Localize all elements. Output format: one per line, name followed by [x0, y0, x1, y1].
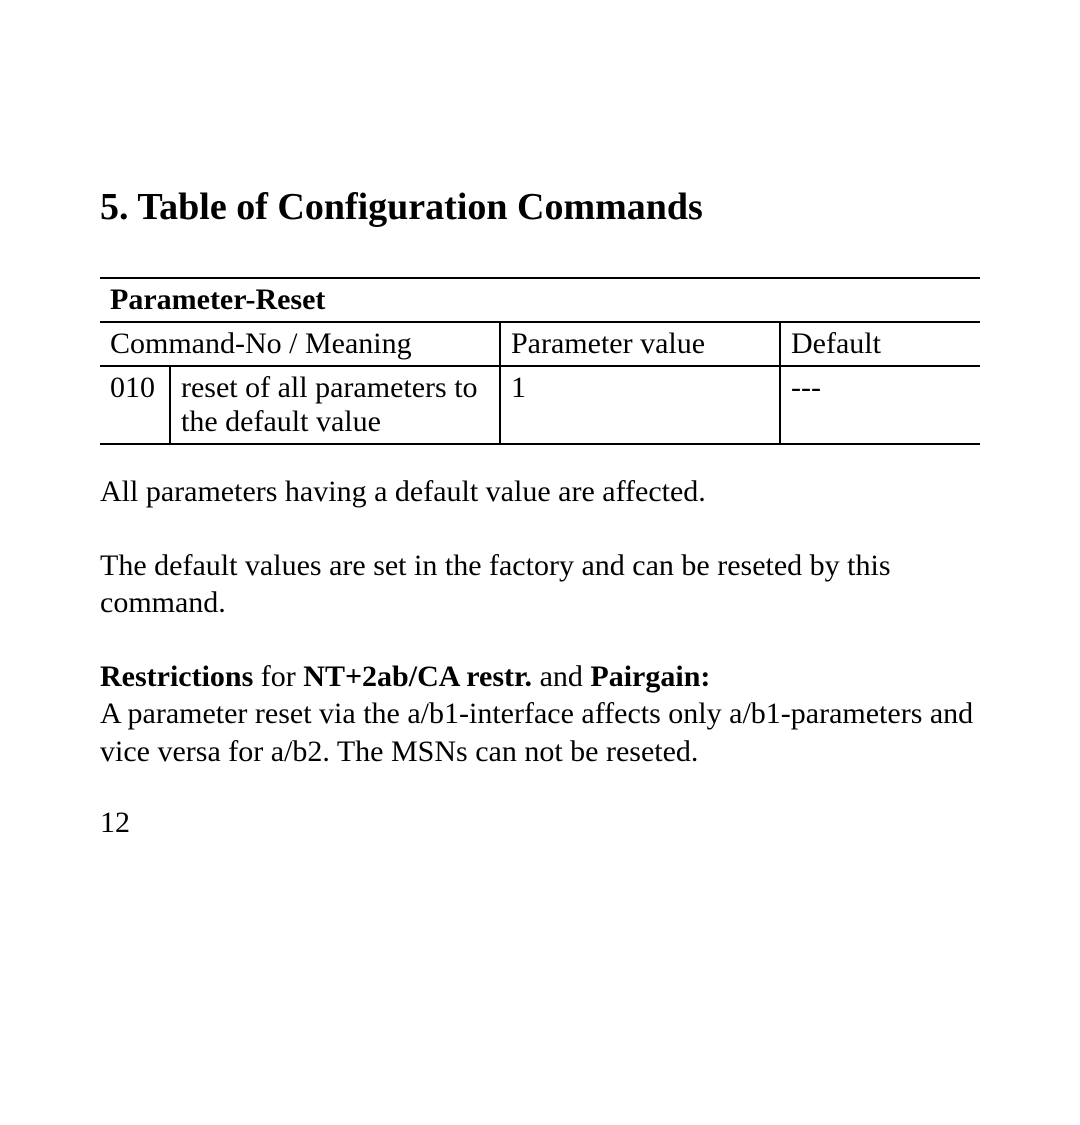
header-command: Command-No / Meaning [100, 322, 500, 366]
restrictions-block: Restrictions for NT+2ab/CA restr. and Pa… [100, 658, 980, 771]
table-title: Parameter-Reset [100, 278, 980, 322]
page-number: 12 [100, 806, 980, 840]
paragraph-factory: The default values are set in the factor… [100, 547, 980, 622]
header-parameter-value: Parameter value [500, 322, 780, 366]
restrictions-and: and [532, 660, 590, 693]
header-default: Default [780, 322, 980, 366]
config-commands-table: Parameter-Reset Command-No / Meaning Par… [100, 277, 980, 445]
cell-command-no: 010 [100, 366, 170, 444]
restrictions-label: Restrictions [100, 660, 253, 693]
restrictions-body: A parameter reset via the a/b1-interface… [100, 697, 973, 768]
table-row: 010 reset of all parameters to the defau… [100, 366, 980, 444]
cell-default: --- [780, 366, 980, 444]
table-header-row: Command-No / Meaning Parameter value Def… [100, 322, 980, 366]
table-title-row: Parameter-Reset [100, 278, 980, 322]
paragraph-affected: All parameters having a default value ar… [100, 473, 980, 511]
section-heading: 5. Table of Configuration Commands [100, 185, 980, 229]
restrictions-device1: NT+2ab/CA restr. [303, 660, 532, 693]
cell-parameter-value: 1 [500, 366, 780, 444]
restrictions-for: for [253, 660, 303, 693]
cell-meaning: reset of all parameters to the default v… [170, 366, 500, 444]
restrictions-device2: Pairgain: [590, 660, 710, 693]
